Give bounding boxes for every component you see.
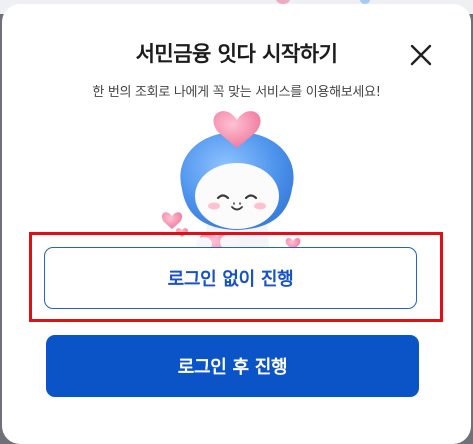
close-icon [410, 44, 432, 66]
close-button[interactable] [408, 42, 434, 68]
heart-icon [176, 228, 188, 237]
mascot-illustration [161, 111, 301, 264]
continue-with-login-button[interactable]: 로그인 후 진행 [46, 335, 419, 397]
heart-icon [161, 212, 183, 229]
modal-subtitle: 한 번의 조회로 나에게 꼭 맞는 서비스를 이용해보세요! [92, 85, 381, 100]
modal-title: 서민금융 잇다 시작하기 [135, 42, 338, 66]
continue-without-login-button[interactable]: 로그인 없이 진행 [44, 247, 417, 309]
start-modal: 서민금융 잇다 시작하기 한 번의 조회로 나에게 꼭 맞는 서비스를 이용해보… [2, 4, 471, 444]
